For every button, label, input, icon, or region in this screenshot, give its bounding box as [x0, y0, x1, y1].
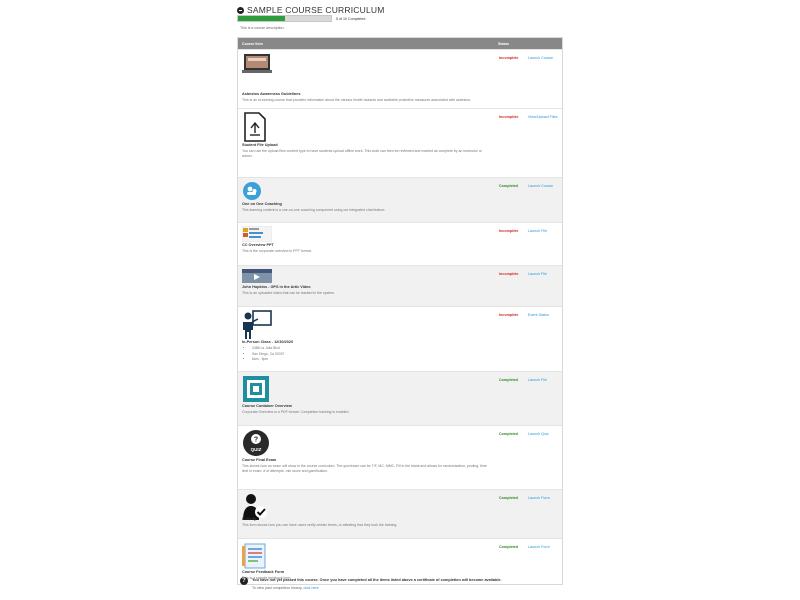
coaching-chat-icon — [243, 182, 261, 200]
classroom-teacher-icon — [243, 310, 272, 339]
event-time: 8am - 5pm — [252, 357, 284, 363]
laptop-course-icon — [242, 54, 272, 73]
item-title: Student File Upload — [242, 143, 278, 147]
table-row: One on One Coaching This learning conten… — [238, 177, 562, 222]
item-description: You can use the upload files content typ… — [242, 149, 482, 159]
item-description: This learning content is a one-on-one co… — [242, 208, 386, 212]
item-title: John Hopkins - GPS in the Artic Video — [242, 285, 311, 289]
svg-text:?: ? — [254, 437, 258, 444]
container-frame-icon — [243, 376, 269, 402]
status-badge: Completed — [499, 496, 519, 500]
quiz-icon: ? QUIZ — [243, 430, 269, 456]
curriculum-table: Course Item Status Asbestos Awareness Gu… — [237, 37, 563, 585]
course-description: This is a course description. — [240, 26, 285, 30]
launch-quiz-link[interactable]: Launch Quiz — [528, 432, 558, 438]
event-status-link[interactable]: Event Status — [528, 313, 558, 319]
item-title: One on One Coaching — [242, 202, 282, 206]
progress-label: 5 of 10 Completed — [336, 16, 366, 21]
info-icon: ? — [240, 577, 248, 585]
item-title: Asbestos Awareness Guidelines — [242, 92, 301, 96]
item-description: This form shows how you can have users v… — [242, 523, 398, 527]
launch-file-link[interactable]: Launch File — [528, 272, 558, 278]
course-title: SAMPLE COURSE CURRICULUM — [247, 5, 385, 15]
status-badge: Completed — [499, 184, 519, 188]
item-description: This is the corporate overview in PPT fo… — [242, 249, 312, 253]
item-title: Course Container Overview — [242, 404, 292, 408]
table-row: Student File Upload You can use the uplo… — [238, 108, 562, 177]
event-details: 2486 La Jolla Blvd San Diego, Ca 92037 8… — [248, 346, 284, 363]
launch-form-link[interactable]: Launch Form — [528, 545, 558, 551]
progress-row: 5 of 10 Completed — [237, 15, 365, 22]
presentation-thumbnail-icon — [242, 226, 272, 242]
feedback-form-icon — [242, 543, 266, 569]
history-text: To view past completion history — [252, 586, 302, 590]
upload-document-icon — [244, 112, 266, 142]
table-row: CC Overview PPT This is the corporate ov… — [238, 222, 562, 265]
table-row: Course Container Overview Corporate Over… — [238, 371, 562, 425]
history-link[interactable]: click here — [303, 586, 318, 590]
column-header-status: Status — [498, 42, 509, 46]
status-badge: Incomplete — [499, 272, 519, 276]
upload-files-link[interactable]: View/Upload Files — [528, 115, 558, 121]
status-badge: Completed — [499, 378, 519, 382]
item-description: This is an uploaded video that can be tr… — [242, 291, 335, 295]
item-title: In-Person Class - 12/30/2020 — [242, 340, 294, 344]
svg-text:QUIZ: QUIZ — [251, 447, 262, 452]
launch-course-link[interactable]: Launch Course — [528, 56, 558, 62]
status-badge: Incomplete — [499, 229, 519, 233]
status-badge: Completed — [499, 545, 519, 549]
table-row: Asbestos Awareness Guidelines This is an… — [238, 49, 562, 108]
item-title: CC Overview PPT — [242, 243, 274, 247]
table-row: E-Verify This form shows how you can hav… — [238, 489, 562, 538]
item-description: Corporate Overview in a PDF format. Comp… — [242, 410, 350, 414]
progress-fill — [238, 16, 285, 21]
item-title: Course Final Exam — [242, 458, 277, 462]
table-row: ? QUIZ Course Final Exam This shows how … — [238, 425, 562, 489]
item-title: E-Verify — [242, 517, 257, 521]
progress-bar — [237, 15, 332, 22]
launch-form-link[interactable]: Launch Form — [528, 496, 558, 502]
table-header: Course Item Status — [238, 38, 562, 49]
table-row: In-Person Class - 12/30/2020 2486 La Jol… — [238, 306, 562, 371]
history-line: To view past completion history, click h… — [252, 586, 319, 590]
item-description: This is an eLearning course that provide… — [242, 98, 471, 102]
column-header-item: Course Item — [242, 42, 263, 46]
launch-file-link[interactable]: Launch File — [528, 378, 558, 384]
item-description: This shows how an exam will show in the … — [242, 464, 487, 474]
status-badge: Completed — [499, 432, 519, 436]
launch-file-link[interactable]: Launch File — [528, 229, 558, 235]
completion-message: You have not yet passed this course. Onc… — [252, 578, 502, 582]
status-badge: Incomplete — [499, 56, 519, 60]
status-badge: Incomplete — [499, 313, 519, 317]
launch-course-link[interactable]: Launch Course — [528, 184, 558, 190]
table-row: John Hopkins - GPS in the Artic Video Th… — [238, 265, 562, 306]
status-badge: Incomplete — [499, 115, 519, 119]
video-thumbnail-icon — [242, 269, 272, 283]
collapse-icon[interactable] — [237, 6, 244, 14]
event-address: 2486 La Jolla Blvd — [252, 346, 284, 352]
item-title: Course Feedback Form — [242, 570, 285, 574]
